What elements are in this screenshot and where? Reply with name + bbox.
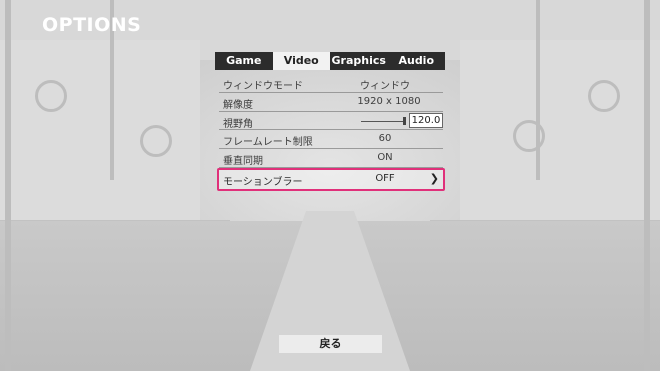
setting-value: 60 <box>378 133 392 145</box>
setting-window-mode[interactable]: ウィンドウモード ウィンドウ <box>219 74 443 93</box>
setting-value: ウィンドウ <box>360 81 410 92</box>
setting-value: OFF <box>375 172 395 184</box>
tab-bar: Game Video Graphics Audio <box>215 52 445 70</box>
setting-value: ON <box>377 152 393 164</box>
fov-slider-thumb[interactable] <box>403 116 406 125</box>
fov-value-field[interactable]: 120.0 <box>409 112 443 128</box>
setting-label: 垂直同期 <box>223 156 263 168</box>
setting-resolution[interactable]: 解像度 1920 x 1080 <box>219 93 443 112</box>
tab-audio[interactable]: Audio <box>387 52 445 70</box>
tab-game[interactable]: Game <box>215 52 273 70</box>
setting-vsync[interactable]: 垂直同期 ON <box>219 149 443 168</box>
chevron-right-icon[interactable]: ❯ <box>430 172 439 185</box>
back-button[interactable]: 戻る <box>279 335 382 353</box>
fov-slider-track[interactable] <box>361 120 403 122</box>
tab-graphics[interactable]: Graphics <box>330 52 388 70</box>
setting-label: 視野角 <box>223 118 253 130</box>
setting-fov[interactable]: 視野角 120.0 <box>219 112 443 131</box>
video-settings-list: ウィンドウモード ウィンドウ 解像度 1920 x 1080 視野角 120.0… <box>217 74 445 191</box>
setting-label: 解像度 <box>223 99 253 111</box>
tab-video[interactable]: Video <box>272 52 330 70</box>
setting-label: ウィンドウモード <box>223 81 303 92</box>
setting-motion-blur[interactable]: モーションブラー OFF ❯ <box>217 167 445 191</box>
setting-frame-limit[interactable]: フレームレート制限 60 <box>219 130 443 150</box>
setting-label: フレームレート制限 <box>223 137 313 149</box>
setting-value: 1920 x 1080 <box>357 95 421 107</box>
page-title: OPTIONS <box>42 14 142 36</box>
setting-label: モーションブラー <box>223 176 303 188</box>
